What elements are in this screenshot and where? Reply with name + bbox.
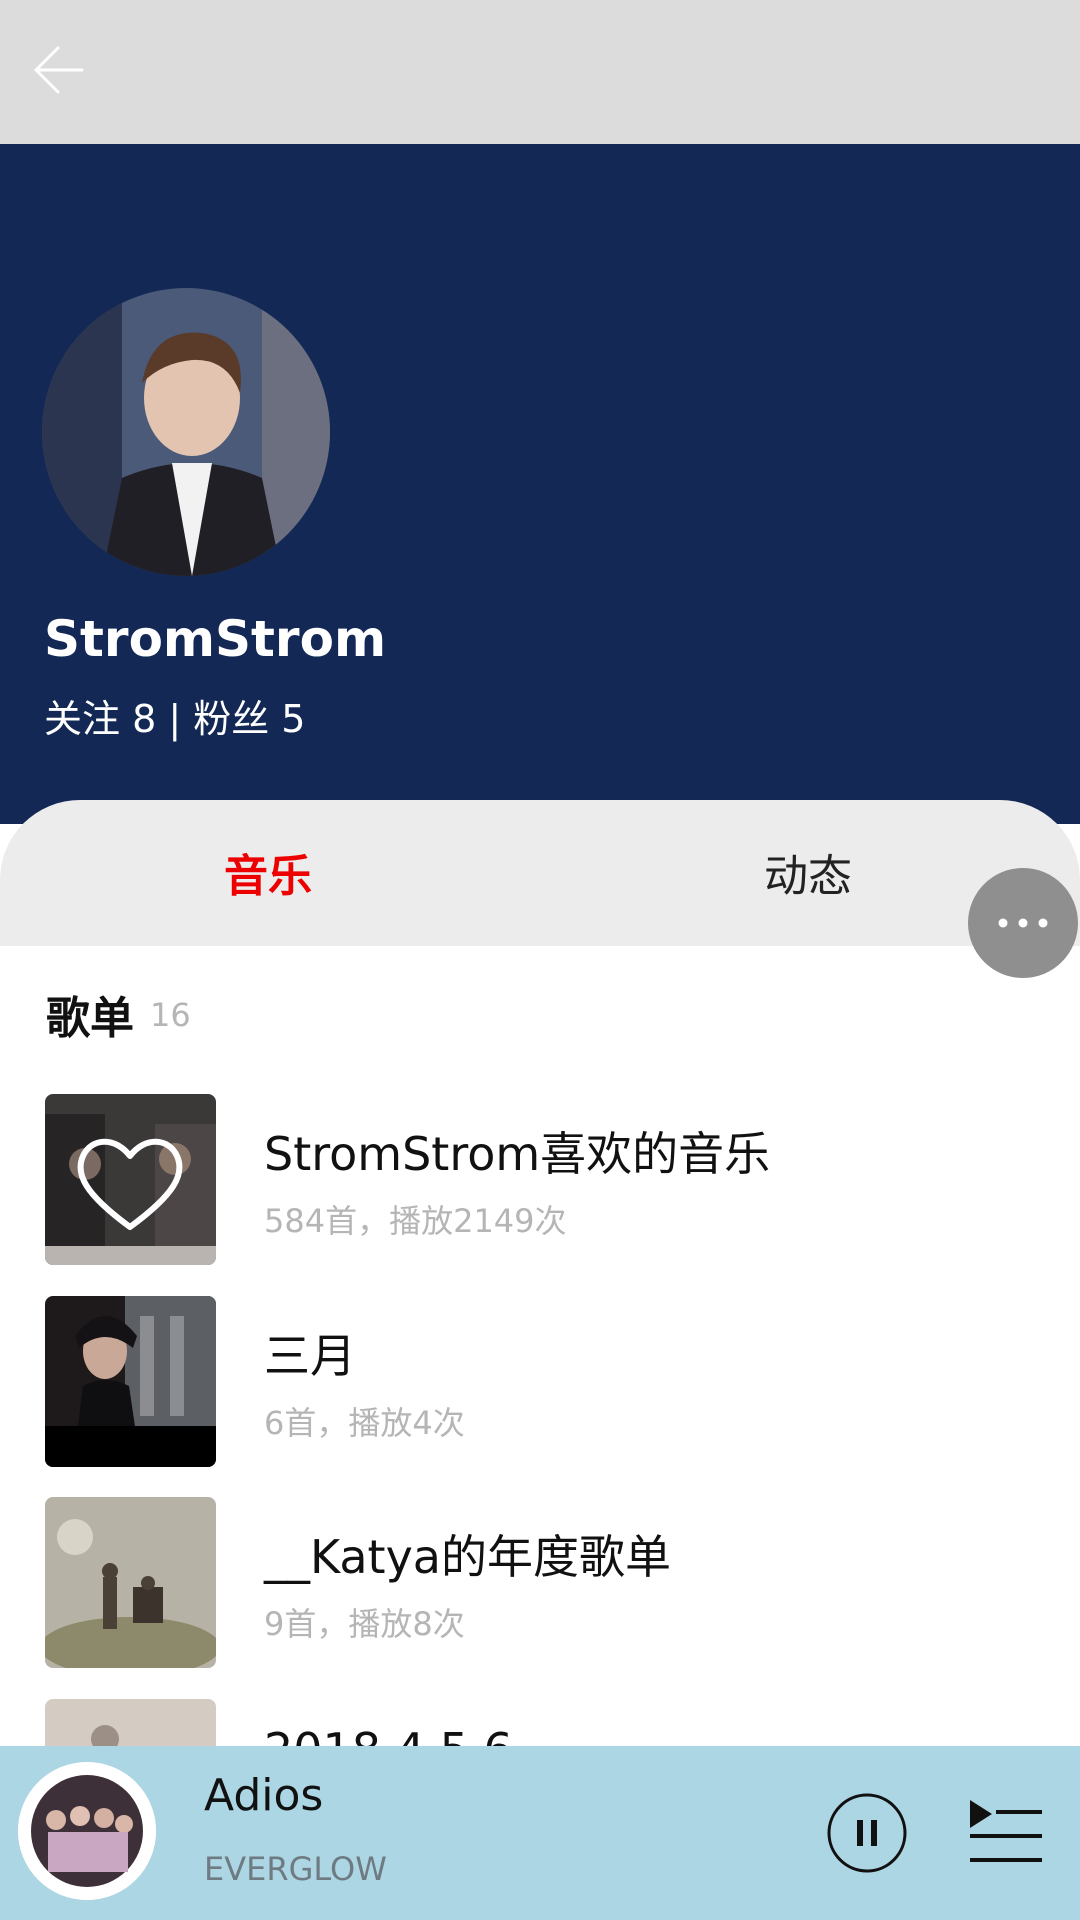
playlist-meta: 584首，播放2149次: [264, 1202, 567, 1240]
username: StromStrom: [44, 610, 387, 668]
playlist-cover: [45, 1497, 216, 1668]
playlist-item[interactable]: __Katya的年度歌单 9首，播放8次: [0, 1497, 1080, 1673]
follow-stats[interactable]: 关注 8 | 粉丝 5: [44, 688, 305, 743]
now-playing-cover[interactable]: [18, 1762, 156, 1900]
tab-bar: 音乐 动态: [0, 800, 1080, 946]
playlist-cover: [45, 1094, 216, 1265]
pause-button[interactable]: [826, 1792, 908, 1874]
more-button[interactable]: [968, 868, 1078, 978]
avatar[interactable]: [42, 288, 330, 576]
section-title: 歌单: [46, 993, 134, 1044]
playlist-item[interactable]: 三月 6首，播放4次: [0, 1296, 1080, 1472]
playlist-meta: 9首，播放8次: [264, 1605, 465, 1643]
playlist-icon: [970, 1800, 1042, 1862]
section-count: 16: [150, 996, 191, 1034]
back-arrow-icon: [34, 46, 84, 94]
playlist-meta: 6首，播放4次: [264, 1404, 465, 1442]
tab-music[interactable]: 音乐: [224, 840, 312, 904]
song-title: Adios: [204, 1770, 324, 1821]
playlist-title: 三月: [264, 1329, 356, 1383]
tab-feed[interactable]: 动态: [764, 840, 852, 904]
top-bar: [0, 0, 1080, 144]
mini-player[interactable]: Adios EVERGLOW: [0, 1746, 1080, 1920]
playlist-title: __Katya的年度歌单: [264, 1530, 671, 1584]
playlist-item[interactable]: StromStrom喜欢的音乐 584首，播放2149次: [0, 1094, 1080, 1270]
playlist-cover: [45, 1296, 216, 1467]
song-artist: EVERGLOW: [204, 1850, 387, 1888]
playlist-button[interactable]: [966, 1796, 1046, 1866]
pause-icon: [827, 1793, 907, 1873]
playlist-title: StromStrom喜欢的音乐: [264, 1127, 771, 1181]
back-button[interactable]: [30, 40, 90, 100]
more-dots-icon: [998, 918, 1048, 928]
